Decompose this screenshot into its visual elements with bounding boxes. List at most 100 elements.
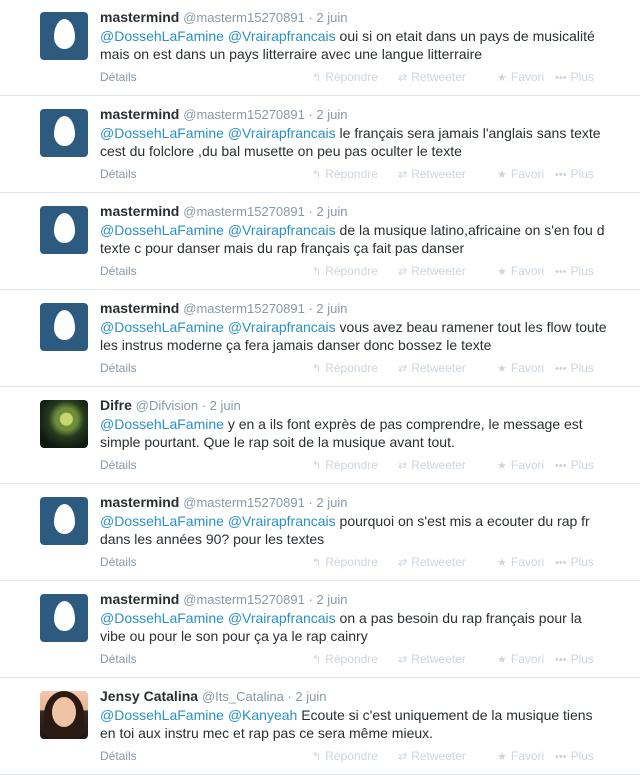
mention-link[interactable]: @Vrairapfrancais [228,125,336,141]
reply-button[interactable]: ↰ Répondre [312,747,378,766]
mention-link[interactable]: @Vrairapfrancais [228,513,336,529]
favorite-button[interactable]: ★ Favori [497,747,544,766]
reply-button[interactable]: ↰ Répondre [312,165,378,184]
avatar[interactable] [40,594,88,642]
mention-link[interactable]: @DossehLaFamine [100,416,224,432]
details-link[interactable]: Détails [100,68,137,86]
more-button[interactable]: ••• Plus [555,553,594,572]
details-link[interactable]: Détails [100,165,137,183]
favorite-button[interactable]: ★ Favori [497,650,544,669]
author-handle[interactable]: @Difvision [136,398,198,413]
more-button[interactable]: ••• Plus [555,456,594,475]
avatar[interactable] [40,400,88,448]
author-handle[interactable]: @masterm15270891 [183,107,305,122]
tweet-time[interactable]: 2 juin [316,592,347,607]
details-link[interactable]: Détails [100,553,137,571]
details-link[interactable]: Détails [100,650,137,668]
author-handle[interactable]: @masterm15270891 [183,10,305,25]
author-name[interactable]: Jensy Catalina [100,688,198,704]
more-button[interactable]: ••• Plus [555,747,594,766]
more-button[interactable]: ••• Plus [555,650,594,669]
author-handle[interactable]: @masterm15270891 [183,495,305,510]
details-link[interactable]: Détails [100,747,137,765]
favorite-button[interactable]: ★ Favori [497,262,544,281]
reply-button[interactable]: ↰ Répondre [312,262,378,281]
mention-link[interactable]: @Kanyeah [228,707,297,723]
separator-dot: · [304,592,317,607]
author-handle[interactable]: @masterm15270891 [183,592,305,607]
tweet-time[interactable]: 2 juin [316,495,347,510]
retweet-button[interactable]: ⇄ Retweeter [398,165,466,184]
author-name[interactable]: mastermind [100,9,179,25]
mention-link[interactable]: @DossehLaFamine [100,610,224,626]
tweet-item[interactable]: mastermind @masterm15270891 · 2 juin @Dos… [0,0,640,96]
tweet-time[interactable]: 2 juin [210,398,241,413]
mention-link[interactable]: @DossehLaFamine [100,222,224,238]
author-name[interactable]: mastermind [100,203,179,219]
author-name[interactable]: mastermind [100,494,179,510]
tweet-time[interactable]: 2 juin [316,204,347,219]
author-name[interactable]: mastermind [100,106,179,122]
details-link[interactable]: Détails [100,262,137,280]
reply-button[interactable]: ↰ Répondre [312,68,378,87]
tweet-item[interactable]: mastermind @masterm15270891 · 2 juin @Dos… [0,485,640,581]
favorite-button[interactable]: ★ Favori [497,456,544,475]
avatar[interactable] [40,303,88,351]
avatar[interactable] [40,497,88,545]
author-name[interactable]: Difre [100,397,132,413]
favorite-button[interactable]: ★ Favori [497,359,544,378]
author-name[interactable]: mastermind [100,300,179,316]
avatar[interactable] [40,12,88,60]
avatar[interactable] [40,109,88,157]
reply-icon: ↰ [312,654,322,666]
tweet-actions: Détails ↰ Répondre ⇄ Retweeter ★ Favori ••• Plus [100,553,610,571]
retweet-button[interactable]: ⇄ Retweeter [398,68,466,87]
tweet-time[interactable]: 2 juin [316,10,347,25]
author-handle[interactable]: @masterm15270891 [183,204,305,219]
mention-link[interactable]: @Vrairapfrancais [228,610,336,626]
favorite-button[interactable]: ★ Favori [497,553,544,572]
more-button[interactable]: ••• Plus [555,359,594,378]
retweet-button[interactable]: ⇄ Retweeter [398,262,466,281]
details-link[interactable]: Détails [100,456,137,474]
mention-link[interactable]: @Vrairapfrancais [228,28,336,44]
retweet-button[interactable]: ⇄ Retweeter [398,553,466,572]
mention-link[interactable]: @DossehLaFamine [100,28,224,44]
reply-button[interactable]: ↰ Répondre [312,553,378,572]
avatar[interactable] [40,206,88,254]
favorite-button[interactable]: ★ Favori [497,165,544,184]
retweet-button[interactable]: ⇄ Retweeter [398,747,466,766]
more-button[interactable]: ••• Plus [555,262,594,281]
reply-button[interactable]: ↰ Répondre [312,359,378,378]
tweet-item[interactable]: Difre @Difvision · 2 juin @DossehLaFamine… [0,388,640,484]
retweet-label: Retweeter [411,458,466,472]
tweet-item[interactable]: mastermind @masterm15270891 · 2 juin @Dos… [0,194,640,290]
details-link[interactable]: Détails [100,359,137,377]
retweet-button[interactable]: ⇄ Retweeter [398,650,466,669]
more-button[interactable]: ••• Plus [555,68,594,87]
favorite-button[interactable]: ★ Favori [497,68,544,87]
reply-button[interactable]: ↰ Répondre [312,650,378,669]
reply-button[interactable]: ↰ Répondre [312,456,378,475]
mention-link[interactable]: @DossehLaFamine [100,513,224,529]
tweet-item[interactable]: mastermind @masterm15270891 · 2 juin @Dos… [0,97,640,193]
tweet-item[interactable]: Jensy Catalina @Its_Catalina · 2 juin @Do… [0,679,640,775]
mention-link[interactable]: @DossehLaFamine [100,707,224,723]
mention-link[interactable]: @Vrairapfrancais [228,222,336,238]
tweet-item[interactable]: mastermind @masterm15270891 · 2 juin @Dos… [0,291,640,387]
avatar[interactable] [40,691,88,739]
tweet-time[interactable]: 2 juin [295,689,326,704]
author-handle[interactable]: @Its_Catalina [202,689,284,704]
mention-link[interactable]: @DossehLaFamine [100,319,224,335]
tweet-time[interactable]: 2 juin [316,301,347,316]
retweet-button[interactable]: ⇄ Retweeter [398,359,466,378]
more-button[interactable]: ••• Plus [555,165,594,184]
author-handle[interactable]: @masterm15270891 [183,301,305,316]
mention-link[interactable]: @DossehLaFamine [100,125,224,141]
favorite-label: Favori [510,361,545,375]
retweet-button[interactable]: ⇄ Retweeter [398,456,466,475]
tweet-time[interactable]: 2 juin [316,107,347,122]
tweet-item[interactable]: mastermind @masterm15270891 · 2 juin @Dos… [0,582,640,678]
mention-link[interactable]: @Vrairapfrancais [228,319,336,335]
author-name[interactable]: mastermind [100,591,179,607]
